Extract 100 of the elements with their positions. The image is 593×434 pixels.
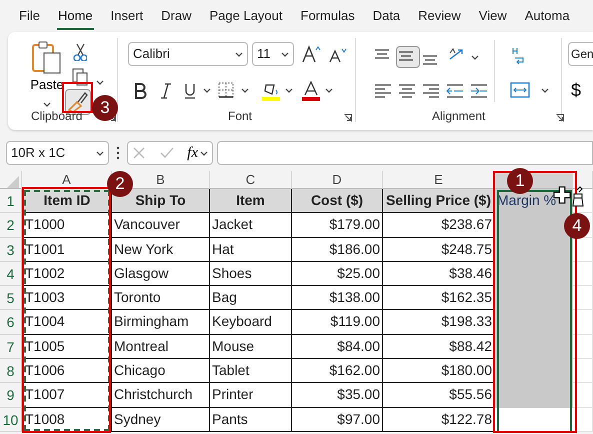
table-cell: Christchurch bbox=[112, 383, 210, 408]
table-cell: Jacket bbox=[210, 213, 292, 238]
row-header[interactable]: 6 bbox=[0, 310, 22, 335]
empty-cell bbox=[573, 359, 593, 384]
table-cell: T1002 bbox=[22, 262, 112, 286]
table-cell: $162.00 bbox=[292, 359, 383, 384]
font-size-dropdown[interactable]: 11 bbox=[252, 42, 294, 66]
table-cell: $122.78 bbox=[383, 408, 495, 432]
ribbon-tab[interactable]: Data bbox=[364, 6, 410, 32]
table-cell: $25.00 bbox=[292, 262, 383, 286]
table-cell: New York bbox=[112, 238, 210, 262]
table-cell: $35.00 bbox=[292, 383, 383, 408]
ribbon-tab[interactable]: View bbox=[470, 6, 516, 32]
ribbon-tab[interactable]: Review bbox=[409, 6, 470, 32]
empty-cell bbox=[573, 310, 593, 335]
table-cell: T1008 bbox=[22, 408, 112, 432]
formula-input[interactable] bbox=[217, 141, 593, 165]
caret-icon bbox=[96, 151, 104, 156]
caret-icon[interactable] bbox=[43, 102, 51, 108]
number-format-dropdown[interactable]: Gen bbox=[568, 42, 593, 66]
header-cell: Item bbox=[210, 189, 292, 214]
name-box[interactable]: 10R x 1C bbox=[6, 141, 109, 165]
row-header[interactable]: 3 bbox=[0, 238, 22, 262]
grow-font-icon[interactable] bbox=[300, 44, 322, 64]
column-header[interactable]: E bbox=[434, 172, 443, 187]
table-cell: Bag bbox=[210, 286, 292, 310]
table-cell: $138.00 bbox=[292, 286, 383, 310]
group-label: Font bbox=[228, 108, 252, 125]
table-cell: T1001 bbox=[22, 238, 112, 262]
table-cell: Chicago bbox=[112, 359, 210, 384]
dialog-launcher-icon[interactable] bbox=[556, 114, 564, 122]
ribbon-tab[interactable]: Home bbox=[48, 6, 102, 32]
table-cell: Mouse bbox=[210, 334, 292, 360]
ribbon-tab[interactable]: File bbox=[10, 6, 49, 32]
empty-cell bbox=[573, 334, 593, 360]
table-cell: $179.00 bbox=[292, 213, 383, 238]
table-cell: Hat bbox=[210, 238, 292, 262]
header-cell: Cost ($) bbox=[292, 189, 383, 214]
table-cell: Sydney bbox=[112, 408, 210, 432]
table-cell: Keyboard bbox=[210, 310, 292, 335]
row-header[interactable]: 1 bbox=[0, 189, 22, 214]
table-cell: Montreal bbox=[112, 334, 210, 360]
row-header[interactable]: 5 bbox=[0, 286, 22, 310]
caret-icon[interactable] bbox=[540, 86, 550, 94]
column-header[interactable]: D bbox=[332, 172, 342, 187]
row-header[interactable]: 4 bbox=[0, 262, 22, 286]
table-cell: $97.00 bbox=[292, 408, 383, 432]
ribbon-tab[interactable]: Automa bbox=[516, 6, 579, 32]
merge-center-icon[interactable] bbox=[508, 80, 532, 100]
empty-cell bbox=[573, 383, 593, 408]
table-cell: $84.00 bbox=[292, 334, 383, 360]
empty-cell bbox=[573, 262, 593, 286]
column-header[interactable]: B bbox=[156, 172, 165, 187]
font-color-icon[interactable] bbox=[300, 80, 322, 102]
highlight-frame bbox=[62, 82, 93, 113]
header-cell: Selling Price ($) bbox=[383, 189, 495, 214]
table-cell: Pants bbox=[210, 408, 292, 432]
more-options-icon[interactable] bbox=[116, 146, 120, 160]
table-cell: Toronto bbox=[112, 286, 210, 310]
caret-icon[interactable] bbox=[470, 53, 480, 61]
row-header[interactable]: 2 bbox=[0, 213, 22, 238]
caret-icon[interactable] bbox=[240, 86, 250, 94]
column-header[interactable]: A bbox=[62, 172, 71, 187]
dialog-launcher-icon[interactable] bbox=[344, 114, 352, 122]
table-cell: $119.00 bbox=[292, 310, 383, 335]
caret-icon bbox=[235, 52, 243, 58]
caret-icon[interactable] bbox=[95, 78, 105, 86]
group-label: Alignment bbox=[432, 108, 486, 125]
caret-icon[interactable] bbox=[200, 150, 208, 156]
table-cell: T1004 bbox=[22, 310, 112, 335]
row-header[interactable]: 10 bbox=[0, 408, 22, 432]
caret-icon[interactable] bbox=[202, 86, 212, 94]
ribbon-tab[interactable]: Page Layout bbox=[200, 6, 292, 32]
table-cell: $186.00 bbox=[292, 238, 383, 262]
paste-icon[interactable] bbox=[32, 40, 62, 74]
caret-icon[interactable] bbox=[324, 86, 334, 94]
cut-icon[interactable] bbox=[72, 42, 88, 62]
middle-align-icon[interactable] bbox=[396, 46, 420, 68]
ribbon-tab[interactable]: Draw bbox=[152, 6, 200, 32]
borders-icon[interactable] bbox=[216, 80, 236, 100]
table-cell: Birmingham bbox=[112, 310, 210, 335]
table-cell: Shoes bbox=[210, 262, 292, 286]
column-header[interactable]: C bbox=[246, 172, 256, 187]
table-cell: Printer bbox=[210, 383, 292, 408]
font-name-dropdown[interactable]: Calibri bbox=[128, 42, 248, 66]
currency-button[interactable]: $ bbox=[568, 78, 584, 102]
table-cell: Tablet bbox=[210, 359, 292, 384]
copy-icon[interactable] bbox=[71, 67, 89, 87]
row-header[interactable]: 8 bbox=[0, 359, 22, 384]
header-cell: Ship To bbox=[112, 189, 210, 214]
ribbon-tab[interactable]: Formulas bbox=[292, 6, 364, 32]
table-cell: T1006 bbox=[22, 359, 112, 384]
table-cell: Glasgow bbox=[112, 262, 210, 286]
group-label: Clipboard bbox=[31, 108, 82, 125]
caret-icon bbox=[281, 52, 289, 58]
table-cell: Vancouver bbox=[112, 213, 210, 238]
row-header[interactable]: 7 bbox=[0, 334, 22, 360]
row-header[interactable]: 9 bbox=[0, 383, 22, 408]
caret-icon[interactable] bbox=[284, 86, 294, 94]
ribbon-tab[interactable]: Insert bbox=[102, 6, 152, 32]
